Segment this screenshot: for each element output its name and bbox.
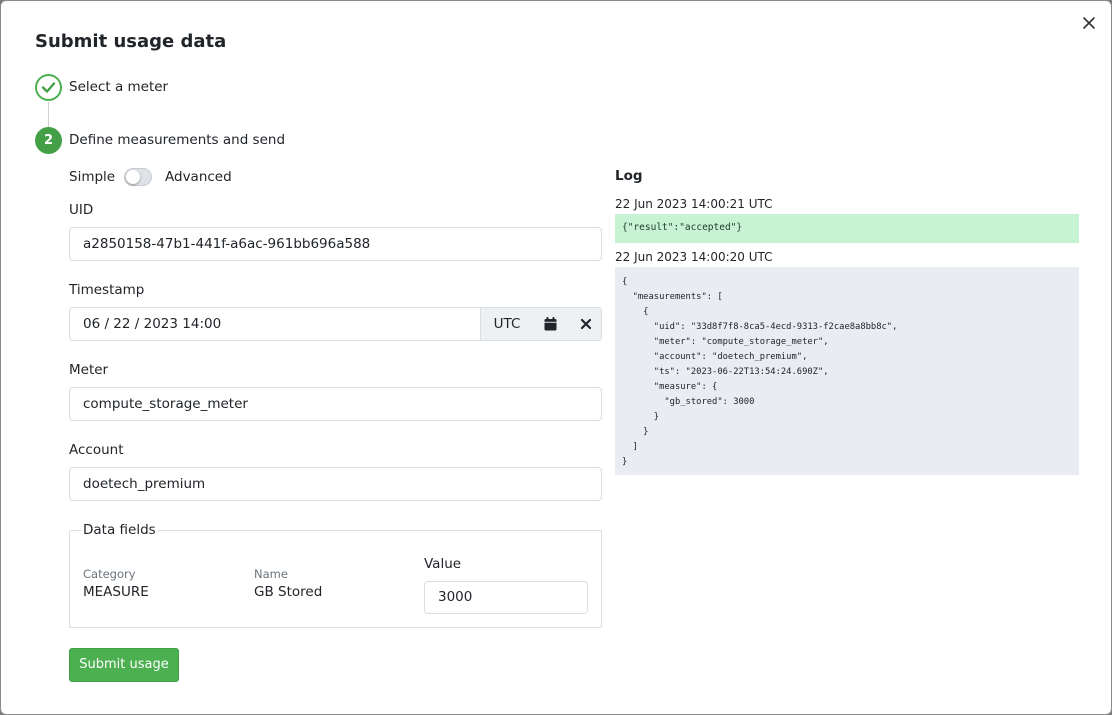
clear-timestamp-button[interactable] [568, 308, 601, 340]
clear-icon [580, 318, 591, 330]
submit-usage-button[interactable]: Submit usage [69, 648, 179, 682]
account-input[interactable]: doetech_premium [69, 467, 602, 501]
log-request-body: { "measurements": [ { "uid": "33d8f7f8-8… [622, 277, 898, 467]
meter-label: Meter [69, 362, 109, 378]
uid-label: UID [69, 202, 94, 218]
step-1-label[interactable]: Select a meter [69, 79, 168, 95]
log-entry-time: 22 Jun 2023 14:00:20 UTC [615, 250, 773, 264]
step-2-label: Define measurements and send [69, 132, 286, 148]
category-label: Category [83, 567, 136, 581]
timestamp-input[interactable]: 06 / 22 / 2023 14:00 [83, 308, 221, 340]
log-entry-request: { "measurements": [ { "uid": "33d8f7f8-8… [615, 267, 1079, 475]
checkmark-icon [41, 82, 56, 93]
log-entry-time: 22 Jun 2023 14:00:21 UTC [615, 197, 773, 211]
meter-input[interactable]: compute_storage_meter [69, 387, 602, 421]
close-button[interactable] [1079, 13, 1099, 33]
log-title: Log [615, 168, 643, 184]
close-icon [1083, 17, 1095, 29]
category-value: MEASURE [83, 584, 149, 600]
submit-usage-dialog: Submit usage data Select a meter 2 Defin… [0, 0, 1112, 715]
timestamp-input-group: 06 / 22 / 2023 14:00 UTC [69, 307, 602, 341]
data-fields-legend: Data fields [81, 522, 158, 538]
step-1-complete-indicator [35, 74, 62, 101]
simple-mode-label: Simple [69, 169, 116, 185]
timezone-addon: UTC [480, 308, 533, 340]
account-label: Account [69, 442, 124, 458]
advanced-mode-label: Advanced [165, 169, 232, 185]
value-label: Value [424, 556, 462, 572]
uid-input[interactable]: a2850158-47b1-441f-a6ac-961bb696a588 [69, 227, 602, 261]
dialog-title: Submit usage data [35, 31, 227, 52]
step-2-indicator: 2 [35, 127, 62, 154]
advanced-mode-toggle[interactable] [124, 168, 152, 186]
calendar-button[interactable] [533, 308, 568, 340]
toggle-knob [126, 170, 140, 184]
value-input[interactable]: 3000 [424, 581, 588, 614]
log-entry-response: {"result":"accepted"} [615, 214, 1079, 243]
name-value: GB Stored [254, 584, 323, 600]
calendar-icon [544, 317, 557, 331]
timestamp-label: Timestamp [69, 282, 145, 298]
step-connector [48, 102, 49, 128]
name-label: Name [254, 567, 288, 581]
